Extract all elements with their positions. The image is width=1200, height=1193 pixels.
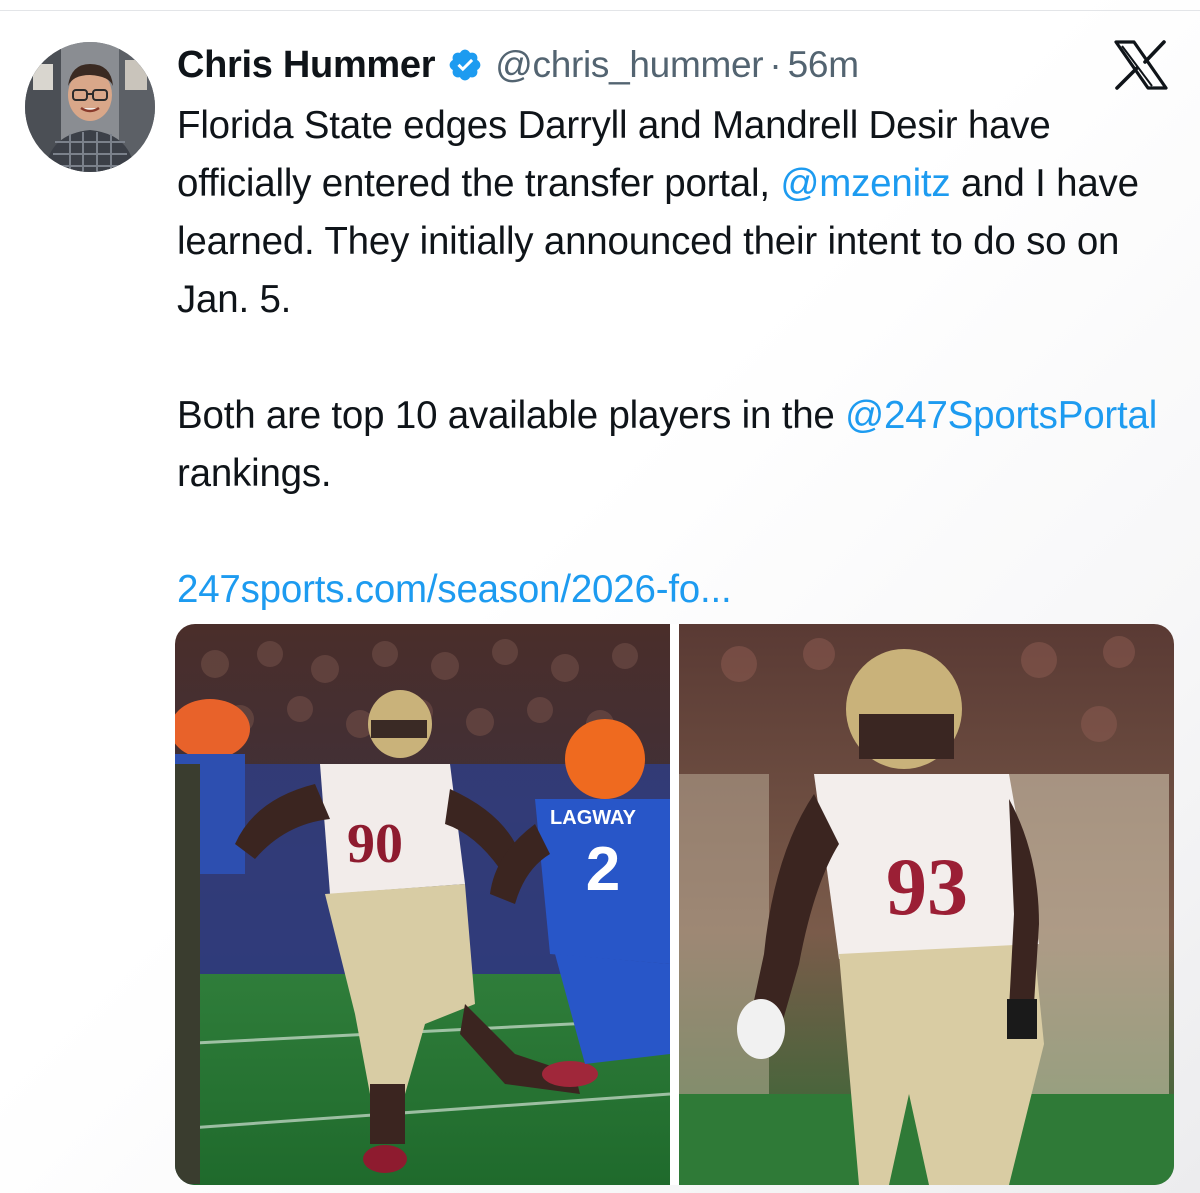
photo-left[interactable]: LAGWAY 2 90 [175,624,670,1185]
tweet-timestamp[interactable]: 56m [788,44,859,86]
top-divider [0,10,1200,11]
tweet-paragraph-2: Both are top 10 available players in the… [177,387,1187,503]
tweet-body: Florida State edges Darryll and Mandrell… [177,97,1187,619]
tweet-media-grid: LAGWAY 2 90 93 [175,624,1174,1185]
mention-mzenitz[interactable]: @mzenitz [780,162,950,205]
tweet-text-segment: rankings. [177,452,332,495]
photo-right[interactable]: 93 [679,624,1174,1185]
media-divider [670,624,679,1185]
verified-badge-icon[interactable] [447,47,483,83]
author-avatar[interactable] [25,42,155,172]
jersey-number-90: 90 [347,813,403,875]
tweet-paragraph-1: Florida State edges Darryll and Mandrell… [177,97,1187,329]
tweet-link[interactable]: 247sports.com/season/2026-fo... [177,568,732,611]
mention-247sportsportal[interactable]: @247SportsPortal [845,394,1157,437]
author-display-name[interactable]: Chris Hummer [177,44,436,87]
x-logo-icon [1112,40,1170,90]
tweet-text-segment: Both are top 10 available players in the [177,394,846,437]
jersey-name-lagway: LAGWAY [550,807,637,829]
profile-photo [25,42,155,172]
author-handle[interactable]: @chris_hummer [495,44,763,86]
jersey-number-93: 93 [886,841,968,932]
separator-dot: · [769,44,782,85]
jersey-number-2: 2 [586,835,620,904]
tweet-header: Chris Hummer @chris_hummer · 56m [177,40,859,90]
